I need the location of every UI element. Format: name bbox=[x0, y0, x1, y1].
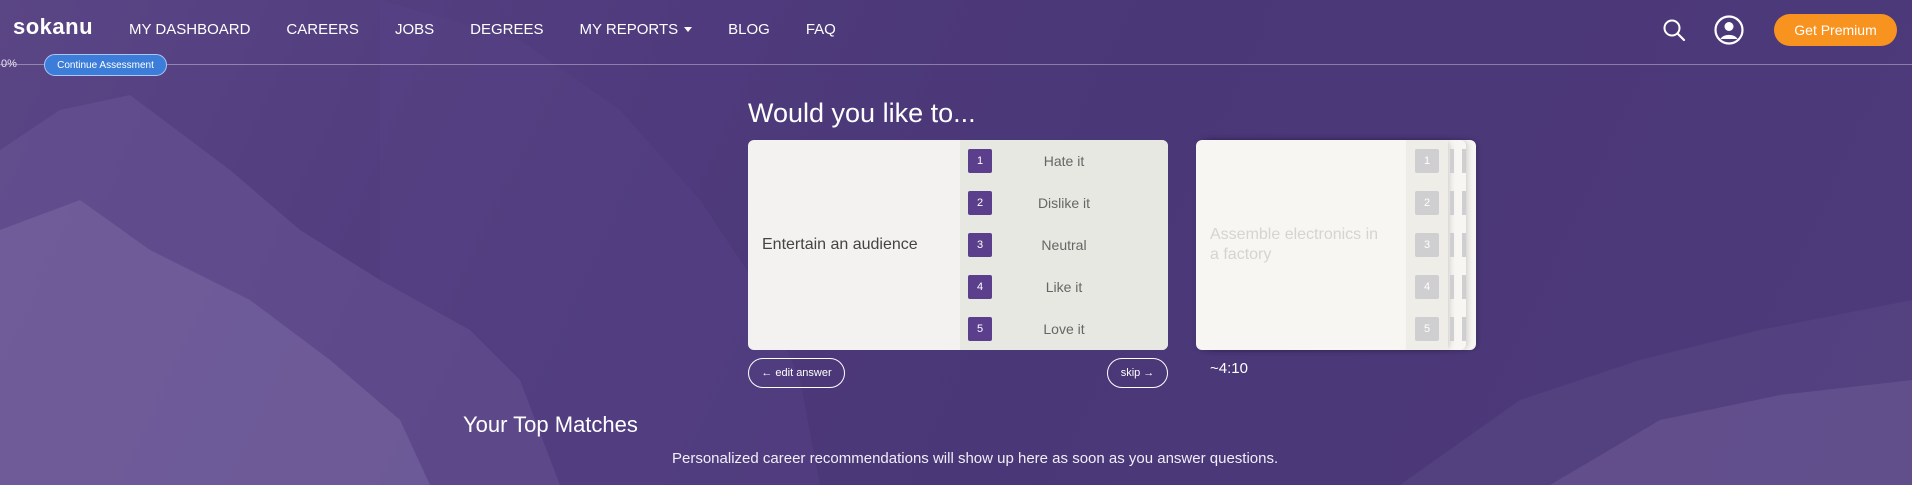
option-label: Dislike it bbox=[1037, 195, 1091, 211]
skip-button[interactable]: skip → bbox=[1107, 358, 1168, 388]
card-sliver bbox=[1450, 233, 1454, 257]
answer-option-neutral[interactable]: 3 Neutral bbox=[960, 224, 1168, 266]
answer-options: 1 Hate it 2 Dislike it 3 Neutral 4 Like … bbox=[960, 140, 1168, 350]
top-matches-message: Personalized career recommendations will… bbox=[672, 450, 1279, 467]
option-number: 3 bbox=[968, 233, 992, 257]
progress-percent: 0% bbox=[1, 58, 17, 70]
option-label: Neutral bbox=[1041, 237, 1087, 253]
top-matches-title: Your Top Matches bbox=[463, 412, 638, 437]
card-sliver bbox=[1462, 233, 1466, 257]
main-menu: MY DASHBOARD CAREERS JOBS DEGREES MY REP… bbox=[129, 21, 872, 38]
card-sliver bbox=[1462, 275, 1466, 299]
nav-item-degrees[interactable]: DEGREES bbox=[470, 21, 543, 38]
time-remaining: ~4:10 bbox=[1210, 360, 1248, 377]
next-option-number: 4 bbox=[1415, 275, 1439, 299]
option-number: 1 bbox=[968, 149, 992, 173]
nav-item-my-dashboard[interactable]: MY DASHBOARD bbox=[129, 21, 250, 38]
edit-answer-button[interactable]: ← edit answer bbox=[748, 358, 845, 388]
question-activity: Entertain an audience bbox=[762, 236, 918, 253]
card-sliver bbox=[1462, 149, 1466, 173]
next-question-activity: Assemble electronics in a factory bbox=[1210, 226, 1379, 263]
next-option-number: 1 bbox=[1415, 149, 1439, 173]
nav-item-faq[interactable]: FAQ bbox=[806, 21, 836, 38]
question-card: Entertain an audience 1 Hate it 2 Dislik… bbox=[748, 140, 1168, 350]
answer-option-love[interactable]: 5 Love it bbox=[960, 308, 1168, 350]
option-number: 5 bbox=[968, 317, 992, 341]
card-sliver bbox=[1450, 275, 1454, 299]
card-sliver bbox=[1450, 191, 1454, 215]
nav-item-careers[interactable]: CAREERS bbox=[286, 21, 359, 38]
nav-item-jobs[interactable]: JOBS bbox=[395, 21, 434, 38]
answer-option-like[interactable]: 4 Like it bbox=[960, 266, 1168, 308]
search-icon[interactable] bbox=[1662, 18, 1686, 42]
get-premium-button[interactable]: Get Premium bbox=[1774, 14, 1897, 46]
next-option-number: 5 bbox=[1415, 317, 1439, 341]
chevron-down-icon bbox=[684, 27, 693, 32]
profile-icon[interactable] bbox=[1714, 15, 1744, 45]
next-option-number: 2 bbox=[1415, 191, 1439, 215]
answer-option-hate[interactable]: 1 Hate it bbox=[960, 140, 1168, 182]
next-option-number: 3 bbox=[1415, 233, 1439, 257]
option-number: 4 bbox=[968, 275, 992, 299]
option-number: 2 bbox=[968, 191, 992, 215]
card-sliver bbox=[1462, 191, 1466, 215]
option-label: Like it bbox=[1045, 279, 1083, 295]
nav-item-my-reports[interactable]: MY REPORTS bbox=[580, 21, 693, 38]
option-label: Love it bbox=[1043, 321, 1085, 337]
nav-item-blog[interactable]: BLOG bbox=[728, 21, 770, 38]
continue-assessment-button[interactable]: Continue Assessment bbox=[44, 54, 167, 76]
card-sliver bbox=[1450, 317, 1454, 341]
logo[interactable]: sokanu bbox=[13, 14, 93, 40]
card-sliver bbox=[1450, 149, 1454, 173]
question-title: Would you like to... bbox=[748, 98, 976, 128]
option-label: Hate it bbox=[1043, 153, 1085, 169]
answer-option-dislike[interactable]: 2 Dislike it bbox=[960, 182, 1168, 224]
top-nav: sokanu MY DASHBOARD CAREERS JOBS DEGREES… bbox=[0, 0, 1912, 60]
progress-bar bbox=[0, 64, 1912, 65]
card-sliver bbox=[1462, 317, 1466, 341]
